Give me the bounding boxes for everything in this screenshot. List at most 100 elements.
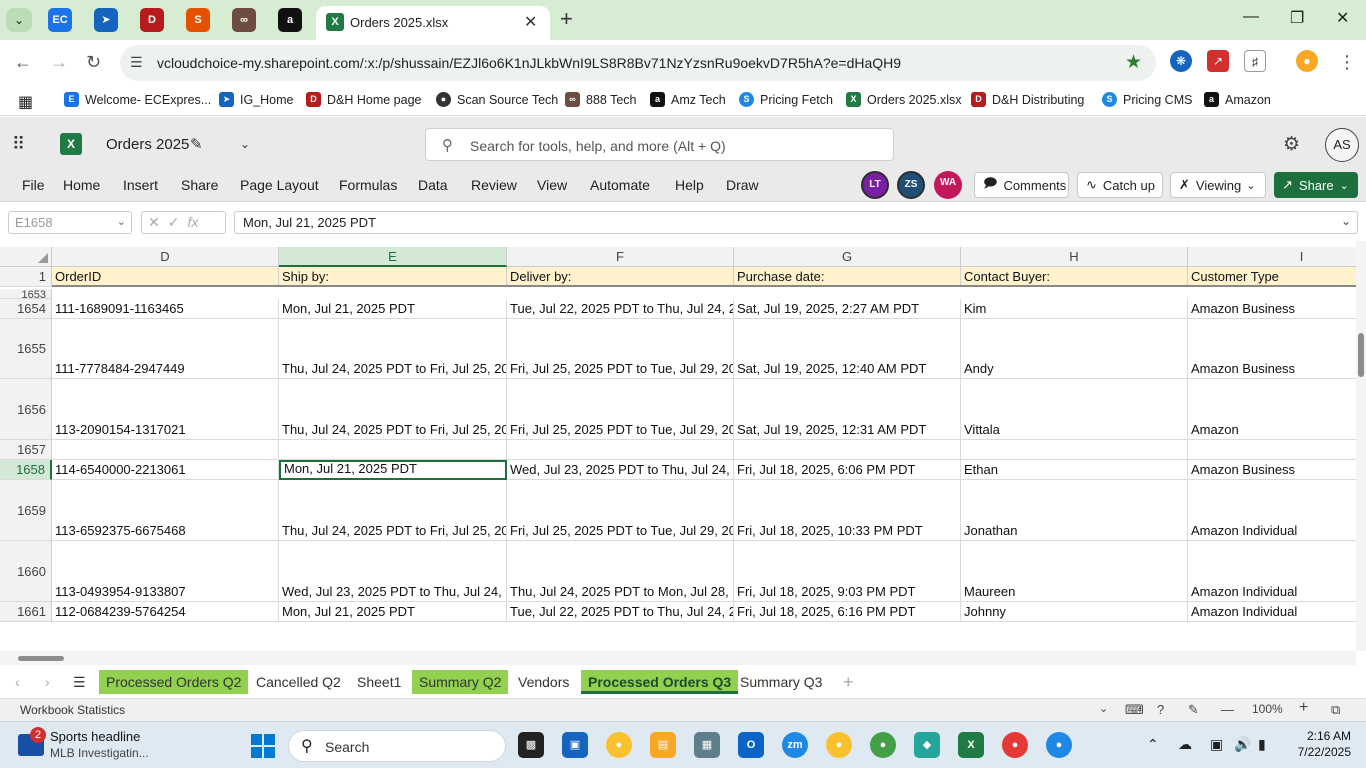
row-header[interactable]: 1659 xyxy=(0,480,52,541)
cell-orderid[interactable]: 111-7778484-2947449 xyxy=(52,319,279,379)
active-tab[interactable]: X Orders 2025.xlsx ✕ xyxy=(316,6,550,40)
site-info-icon[interactable]: ☰ xyxy=(130,54,143,71)
scroll-thumb[interactable] xyxy=(18,656,64,661)
catch-up-button[interactable]: ∿ Catch up xyxy=(1077,172,1163,198)
tab-automate[interactable]: Automate xyxy=(590,177,650,193)
sheet-tab[interactable]: Processed Orders Q3 xyxy=(581,670,739,694)
cell-orderid[interactable]: 113-0493954-9133807 xyxy=(52,541,279,602)
cell-orderid[interactable]: 111-1689091-1163465 xyxy=(52,299,279,319)
tab-formulas[interactable]: Formulas xyxy=(339,177,397,193)
outlook-icon[interactable]: O xyxy=(738,732,764,758)
row-header[interactable]: 1655 xyxy=(0,319,52,379)
scroll-sheets-right-icon[interactable]: › xyxy=(38,670,57,694)
cell-customer-type[interactable]: Amazon Individual xyxy=(1188,480,1356,541)
sheet-tab[interactable]: Summary Q2 xyxy=(412,670,509,694)
maximize-icon[interactable]: ❐ xyxy=(1290,8,1304,28)
spreadsheet-grid[interactable]: D E F G H I 1 OrderID Ship by: Deliver b… xyxy=(0,247,1356,651)
profile-icon[interactable]: ● xyxy=(1296,50,1318,72)
cell-ship-by[interactable]: Thu, Jul 24, 2025 PDT to Fri, Jul 25, 20… xyxy=(279,379,507,440)
header-cell-contact-buyer[interactable]: Contact Buyer: xyxy=(961,267,1188,285)
share-button[interactable]: ↗ Share ⌄ xyxy=(1274,172,1358,198)
column-header-f[interactable]: F xyxy=(507,247,734,267)
system-clock[interactable]: 2:16 AM 7/22/2025 xyxy=(1291,728,1351,760)
zoom-app-icon[interactable]: zm xyxy=(782,732,808,758)
chrome-profile-icon[interactable]: ● xyxy=(826,732,852,758)
cell-contact-buyer[interactable]: Johnny xyxy=(961,602,1188,622)
scroll-thumb[interactable] xyxy=(1358,333,1364,377)
cell-deliver-by[interactable]: Fri, Jul 25, 2025 PDT to Tue, Jul 29, 20… xyxy=(507,379,734,440)
edit-pencil-icon[interactable]: ✎ xyxy=(190,135,203,153)
extensions-puzzle-icon[interactable]: ♯ xyxy=(1244,50,1266,72)
cell-customer-type[interactable]: Amazon Individual xyxy=(1188,541,1356,602)
cell-contact-buyer[interactable]: Ethan xyxy=(961,460,1188,480)
tab-share[interactable]: Share xyxy=(181,177,218,193)
bookmark-item[interactable]: S Pricing CMS xyxy=(1102,92,1192,107)
cell-orderid[interactable] xyxy=(52,440,279,460)
tab-file[interactable]: File xyxy=(22,177,45,193)
workbook-statistics[interactable]: Workbook Statistics xyxy=(20,703,125,717)
windows-start-icon[interactable] xyxy=(251,734,275,758)
row-header[interactable]: 1658 xyxy=(0,460,52,480)
bookmark-item[interactable]: X Orders 2025.xlsx xyxy=(846,92,961,107)
back-icon[interactable]: ← xyxy=(14,52,32,73)
chrome-profile-icon[interactable]: ● xyxy=(870,732,896,758)
tray-overflow-icon[interactable]: ⌃ xyxy=(1147,736,1159,753)
volume-icon[interactable]: 🔊 xyxy=(1234,736,1251,753)
sheet-tab[interactable]: Cancelled Q2 xyxy=(249,670,348,694)
header-cell-ship-by[interactable]: Ship by: xyxy=(279,267,507,285)
cell-contact-buyer[interactable]: Jonathan xyxy=(961,480,1188,541)
extension-globe-icon[interactable]: ❋ xyxy=(1170,50,1192,72)
column-header-d[interactable]: D xyxy=(52,247,279,267)
cell-ship-by[interactable]: Thu, Jul 24, 2025 PDT to Fri, Jul 25, 20… xyxy=(279,319,507,379)
expand-formula-icon[interactable]: ⌄ xyxy=(1341,214,1351,228)
extension-pdf-icon[interactable]: ↗ xyxy=(1207,50,1229,72)
tab-page-layout[interactable]: Page Layout xyxy=(240,177,319,193)
bookmark-item[interactable]: ● Scan Source Tech xyxy=(436,92,558,107)
add-sheet-icon[interactable]: + xyxy=(836,670,861,694)
all-sheets-menu-icon[interactable]: ☰ xyxy=(66,670,93,694)
presence-avatar[interactable]: WA xyxy=(934,171,962,199)
news-title[interactable]: Sports headline xyxy=(50,729,140,744)
chrome-profile-icon[interactable]: ● xyxy=(1046,732,1072,758)
cell-purchase-date[interactable]: Sat, Jul 19, 2025, 12:31 AM PDT xyxy=(734,379,961,440)
cell-deliver-by[interactable]: Tue, Jul 22, 2025 PDT to Thu, Jul 24, 20… xyxy=(507,602,734,622)
cell-customer-type[interactable]: Amazon Business xyxy=(1188,299,1356,319)
address-bar[interactable]: ☰ vcloudchoice-my.sharepoint.com/:x:/p/s… xyxy=(120,45,1156,81)
tab-review[interactable]: Review xyxy=(471,177,517,193)
excel-logo-icon[interactable]: X xyxy=(60,133,82,155)
cell-contact-buyer[interactable] xyxy=(961,440,1188,460)
chevron-down-icon[interactable]: ⌄ xyxy=(1099,702,1108,715)
chevron-down-icon[interactable]: ⌄ xyxy=(240,137,250,151)
active-cell[interactable]: Mon, Jul 21, 2025 PDT xyxy=(279,460,507,480)
amazon-tab-icon[interactable]: a xyxy=(278,8,302,32)
header-cell-customer-type[interactable]: Customer Type xyxy=(1188,267,1356,285)
dh-tab-icon[interactable]: D xyxy=(140,8,164,32)
document-name[interactable]: Orders 2025 xyxy=(106,136,189,153)
s-tab-icon[interactable]: S xyxy=(186,8,210,32)
close-window-icon[interactable]: ✕ xyxy=(1336,8,1349,28)
cell-deliver-by[interactable] xyxy=(507,440,734,460)
column-header-g[interactable]: G xyxy=(734,247,961,267)
cell-purchase-date[interactable] xyxy=(734,440,961,460)
row-header[interactable]: 1660 xyxy=(0,541,52,602)
app-launcher-icon[interactable]: ⠿ xyxy=(12,134,25,155)
task-view-icon[interactable]: ▩ xyxy=(518,732,544,758)
chrome-profile-icon[interactable]: ● xyxy=(1002,732,1028,758)
row-header[interactable]: 1653 xyxy=(0,289,52,299)
news-subtitle[interactable]: MLB Investigatin... xyxy=(50,746,149,760)
apps-grid-icon[interactable]: ▦ xyxy=(18,92,33,112)
cell-contact-buyer[interactable]: Andy xyxy=(961,319,1188,379)
cell-customer-type[interactable]: Amazon Business xyxy=(1188,460,1356,480)
cell-orderid[interactable]: 112-0684239-5764254 xyxy=(52,602,279,622)
presence-avatar[interactable]: ZS xyxy=(897,171,925,199)
cell-orderid[interactable]: 114-6540000-2213061 xyxy=(52,460,279,480)
cell-deliver-by[interactable]: Thu, Jul 24, 2025 PDT to Mon, Jul 28, 20… xyxy=(507,541,734,602)
cell-purchase-date[interactable]: Fri, Jul 18, 2025, 6:16 PM PDT xyxy=(734,602,961,622)
presence-avatar[interactable]: LT xyxy=(861,171,889,199)
cell-purchase-date[interactable]: Sat, Jul 19, 2025, 12:40 AM PDT xyxy=(734,319,961,379)
settings-gear-icon[interactable]: ⚙ xyxy=(1283,133,1300,156)
sheet-tab[interactable]: Vendors xyxy=(511,670,576,694)
cell-deliver-by[interactable]: Fri, Jul 25, 2025 PDT to Tue, Jul 29, 20… xyxy=(507,480,734,541)
tab-draw[interactable]: Draw xyxy=(726,177,759,193)
cell-ship-by[interactable] xyxy=(279,440,507,460)
